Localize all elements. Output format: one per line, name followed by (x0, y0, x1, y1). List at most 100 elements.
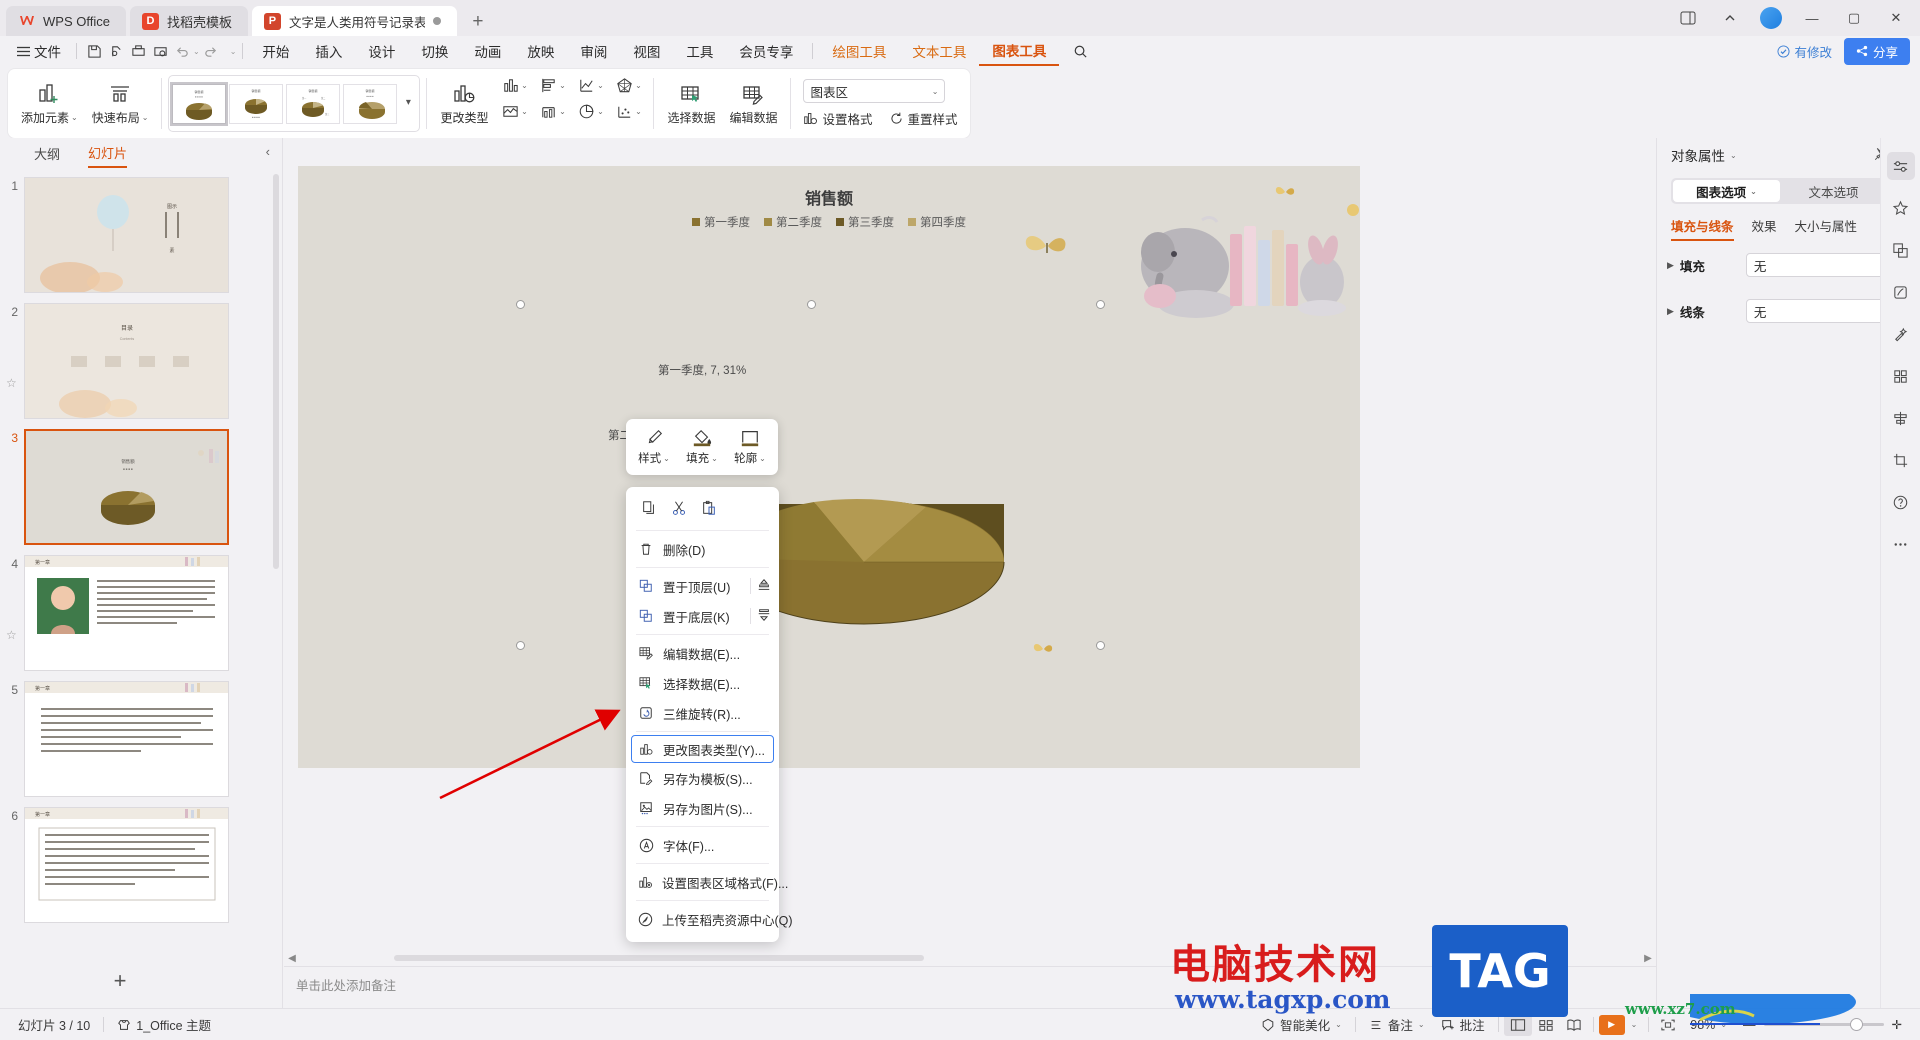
slide-thumbnail-list[interactable]: 1 图示 素 2 ☆ 目录 Contents 3 销售额 ■ ■ ■ ■ 4 ☆… (0, 172, 282, 1008)
menu-item-send-to-back[interactable]: 置于底层(K) (626, 601, 779, 631)
new-tab-button[interactable]: + (465, 8, 491, 36)
chart-selection-box[interactable] (516, 300, 1105, 650)
tab-slides[interactable]: 幻灯片 (88, 138, 128, 168)
undo-caret-icon[interactable]: ⌄ (193, 47, 200, 56)
menu-item-font[interactable]: 字体(F)... (626, 830, 779, 860)
menu-item-bring-to-front[interactable]: 置于顶层(U) (626, 571, 779, 601)
horizontal-bar-icon[interactable]: ⌄ (533, 76, 571, 95)
chevron-down-icon[interactable]: ⌄ (759, 454, 766, 463)
menu-item-view[interactable]: 视图 (620, 36, 673, 66)
scroll-left-arrow-icon[interactable]: ◀ (284, 953, 300, 964)
menu-item-tools[interactable]: 工具 (673, 36, 726, 66)
maximize-button[interactable]: ▢ (1834, 2, 1874, 34)
tab-close-dot-icon[interactable] (432, 17, 441, 25)
slide-thumbnail-selected[interactable]: 销售额 ■ ■ ■ ■ (24, 429, 229, 545)
app-tab-daoke-template[interactable]: D 找稻壳模板 (129, 6, 248, 36)
reset-style-button[interactable]: 重置样式 (889, 109, 958, 128)
tab-outline[interactable]: 大纲 (34, 138, 60, 168)
chevron-down-icon[interactable]: ⌄ (521, 107, 528, 116)
pie-chart-icon[interactable]: ⌄ (571, 102, 609, 121)
scroll-track[interactable] (316, 955, 1624, 961)
smart-beautify-button[interactable]: 智能美化 ⌄ (1253, 1015, 1350, 1034)
chart-style-thumb-3[interactable]: 销售额 第一 第二 第三 (286, 83, 341, 124)
segment-chart-options[interactable]: 图表选项 ⌄ (1673, 180, 1780, 202)
resize-handle-n[interactable] (807, 300, 816, 309)
slide-list-scrollbar[interactable] (273, 174, 279, 569)
bring-to-front-icon[interactable] (757, 578, 771, 595)
scroll-thumb[interactable] (394, 955, 924, 961)
bar-chart-icon[interactable]: ⌄ (495, 76, 533, 95)
minimize-button[interactable]: — (1792, 2, 1832, 34)
chart-style-thumb-1[interactable]: 销售额 ■ ■ ■ ■ (170, 81, 229, 126)
chevron-down-icon[interactable]: ⌄ (1335, 1020, 1342, 1029)
chevron-down-icon[interactable]: ⌄ (932, 87, 939, 96)
menu-item-member[interactable]: 会员专享 (726, 36, 806, 66)
slide-thumbnail[interactable]: 第一章 (24, 681, 229, 797)
file-menu-button[interactable]: 文件 (8, 36, 70, 66)
star-icon[interactable]: ☆ (6, 628, 17, 642)
menu-item-insert[interactable]: 插入 (302, 36, 355, 66)
chevron-left-icon[interactable]: ‹ (266, 144, 270, 159)
list-item[interactable]: 4 ☆ 第一章 (0, 550, 282, 676)
slide-thumbnail[interactable]: 第一章 (24, 807, 229, 923)
gallery-more-button[interactable]: ▾ (400, 97, 416, 111)
chart-style-thumb-4[interactable]: 销售额 ■ ■ ■ ■ (343, 83, 398, 124)
crop-icon[interactable] (1887, 446, 1915, 474)
star-icon[interactable]: ☆ (6, 376, 17, 390)
chart-style-thumb-2[interactable]: 销售额 ■ ■ ■ ■ (229, 83, 284, 124)
change-chart-type-button[interactable]: 更改类型 (433, 72, 495, 135)
resize-handle-ne[interactable] (1096, 300, 1105, 309)
list-item[interactable]: 5 第一章 (0, 676, 282, 802)
collapse-ribbon-icon[interactable] (1710, 2, 1750, 34)
menu-item-edit-data[interactable]: 编辑数据(E)... (626, 638, 779, 668)
menu-item-save-as-template[interactable]: 另存为模板(S)... (626, 763, 779, 793)
print-icon[interactable] (127, 40, 149, 62)
undo-icon[interactable] (171, 40, 193, 62)
chevron-down-icon[interactable]: ⌄ (1418, 1020, 1425, 1029)
menu-item-select-data[interactable]: 选择数据(E)... (626, 668, 779, 698)
cut-icon[interactable] (664, 495, 694, 521)
chevron-down-icon[interactable]: ⌄ (1730, 151, 1737, 160)
add-element-button[interactable]: 添加元素 ⌄ (14, 72, 85, 135)
more-icon[interactable] (1887, 530, 1915, 558)
resize-handle-nw[interactable] (516, 300, 525, 309)
customize-caret-icon[interactable]: ⌄ (230, 47, 237, 56)
print-preview-icon[interactable] (149, 40, 171, 62)
context-tab-chart-tools[interactable]: 图表工具 (979, 36, 1060, 66)
resize-handle-sw[interactable] (516, 641, 525, 650)
expand-triangle-icon[interactable]: ▶ (1667, 260, 1674, 271)
chevron-down-icon[interactable]: ⌄ (597, 107, 604, 116)
format-settings-button[interactable]: 设置格式 (803, 109, 873, 128)
scroll-right-arrow-icon[interactable]: ▶ (1640, 953, 1656, 964)
list-item[interactable]: 3 销售额 ■ ■ ■ ■ (0, 424, 282, 550)
select-data-button[interactable]: 选择数据 (660, 72, 722, 135)
comments-button[interactable]: 批注 (1433, 1015, 1493, 1034)
properties-icon[interactable] (1886, 152, 1915, 180)
chevron-down-icon[interactable]: ⌄ (521, 81, 528, 90)
style-star-icon[interactable] (1887, 194, 1915, 222)
align-icon[interactable] (1887, 404, 1915, 432)
chevron-down-icon[interactable]: ⌄ (711, 454, 718, 463)
menu-item-3d-rotation[interactable]: 三维旋转(R)... (626, 698, 779, 728)
chevron-down-icon[interactable]: ⌄ (663, 454, 670, 463)
paste-icon[interactable] (694, 495, 724, 521)
slide-thumbnail[interactable]: 图示 素 (24, 177, 229, 293)
send-to-back-icon[interactable] (757, 608, 771, 625)
ink-icon[interactable] (1887, 278, 1915, 306)
area-chart-icon[interactable]: ⌄ (495, 102, 533, 121)
add-slide-button[interactable]: + (0, 968, 240, 994)
menu-item-delete[interactable]: 删除(D) (626, 534, 779, 564)
menu-item-change-chart-type[interactable]: 更改图表类型(Y)... (631, 735, 774, 763)
split-panel-icon[interactable] (1668, 2, 1708, 34)
layers-icon[interactable] (1887, 236, 1915, 264)
list-item[interactable]: 2 ☆ 目录 Contents (0, 298, 282, 424)
radar-chart-icon[interactable]: ⌄ (609, 76, 647, 95)
float-fill-button[interactable]: 填充 ⌄ (686, 428, 718, 466)
slide-canvas[interactable]: 销售额 第一季度 第二季度 第三季度 第四季度 第一季度, 7, 31% (298, 166, 1360, 768)
menu-item-upload-to-docer[interactable]: 上传至稻壳资源中心(Q) (626, 904, 793, 934)
chevron-down-icon[interactable]: ⌄ (635, 107, 642, 116)
subtab-size-and-properties[interactable]: 大小与属性 (1795, 216, 1858, 241)
line-chart-icon[interactable]: ⌄ (571, 76, 609, 95)
chevron-down-icon[interactable]: ⌄ (1750, 187, 1757, 196)
app-tab-presentation[interactable]: P 文字是人类用符号记录表达信息以传… (251, 6, 457, 36)
